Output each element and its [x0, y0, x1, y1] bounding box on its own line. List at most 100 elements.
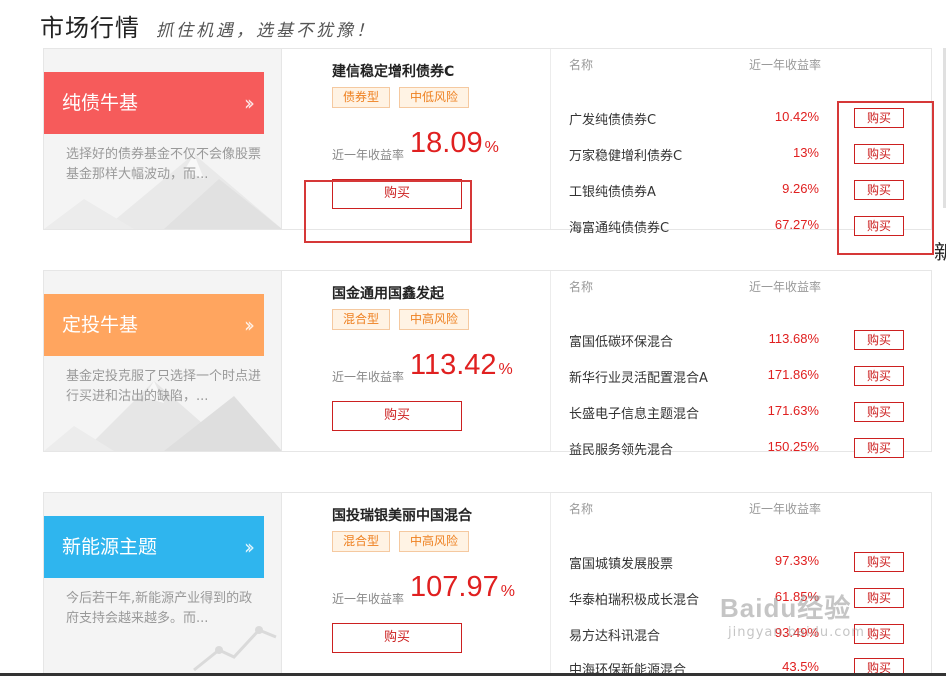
fund-buy-button[interactable]: 购买: [854, 588, 904, 608]
featured-rate: 107.97%: [410, 571, 515, 604]
divider: [550, 49, 551, 229]
section-side-panel: 纯债牛基 ›› 选择好的债券基金不仅不会像股票基金那样大幅波动，而...: [44, 49, 282, 229]
fund-row: 新华行业灵活配置混合A 171.86% 购买: [569, 364, 909, 388]
featured-rate-value: 107.97: [410, 571, 499, 603]
fund-rate: 93.49%: [774, 625, 819, 640]
fund-list: 名称 近一年收益率 富国低碳环保混合 113.68% 购买 新华行业灵活配置混合…: [569, 271, 909, 458]
fund-row: 广发纯债债券C 10.42% 购买: [569, 106, 909, 130]
column-name-header: 名称: [569, 502, 594, 516]
fund-buy-button[interactable]: 购买: [854, 108, 904, 128]
fund-name[interactable]: 易方达科讯混合: [569, 625, 660, 644]
featured-fund-name[interactable]: 国投瑞银美丽中国混合: [332, 505, 472, 525]
category-tag-sip[interactable]: 定投牛基 ››: [44, 294, 264, 356]
category-tag-bond[interactable]: 纯债牛基 ››: [44, 72, 264, 134]
fund-buy-button[interactable]: 购买: [854, 216, 904, 236]
fund-list-header: 名称 近一年收益率: [569, 500, 909, 518]
risk-level-badge: 中高风险: [399, 309, 470, 330]
fund-rate: 67.27%: [774, 217, 819, 232]
fund-badges: 混合型 中高风险: [332, 531, 478, 552]
category-description: 今后若干年,新能源产业得到的政府支持会越来越多。而...: [66, 591, 253, 626]
fund-list-header: 名称 近一年收益率: [569, 278, 909, 296]
percent-unit: %: [500, 583, 515, 600]
risk-level-badge: 中低风险: [399, 87, 470, 108]
category-description: 选择好的债券基金不仅不会像股票基金那样大幅波动，而...: [66, 147, 262, 182]
percent-unit: %: [484, 139, 499, 156]
featured-rate-value: 113.42: [410, 349, 497, 381]
column-rate-header: 近一年收益率: [749, 280, 822, 294]
column-rate-header: 近一年收益率: [749, 58, 822, 72]
section-bond: 纯债牛基 ›› 选择好的债券基金不仅不会像股票基金那样大幅波动，而... 建信稳…: [43, 48, 932, 236]
double-chevron-right-icon: ››: [244, 535, 255, 559]
fund-name[interactable]: 广发纯债债券C: [569, 109, 656, 128]
market-header: 市场行情 抓住机遇，选基不犹豫！: [40, 8, 376, 48]
category-label: 纯债牛基: [62, 92, 139, 114]
page-slogan: 抓住机遇，选基不犹豫！: [156, 21, 376, 41]
fund-row: 华泰柏瑞积极成长混合 61.85% 购买: [569, 586, 909, 610]
column-rate-header: 近一年收益率: [749, 502, 822, 516]
fund-rate: 97.33%: [774, 553, 819, 568]
section-new-energy: 新能源主题 ›› 今后若干年,新能源产业得到的政府支持会越来越多。而... 国投…: [43, 492, 932, 676]
fund-name[interactable]: 富国低碳环保混合: [569, 331, 673, 350]
risk-level-badge: 中高风险: [399, 531, 470, 552]
rate-label: 近一年收益率: [332, 370, 405, 384]
fund-type-badge: 债券型: [332, 87, 391, 108]
percent-unit: %: [498, 361, 513, 378]
fund-name[interactable]: 华泰柏瑞积极成长混合: [569, 589, 699, 608]
double-chevron-right-icon: ››: [244, 313, 255, 337]
fund-name[interactable]: 海富通纯债债券C: [569, 217, 669, 236]
fund-list: 名称 近一年收益率 广发纯债债券C 10.42% 购买 万家稳健增利债券C 13…: [569, 49, 909, 236]
featured-fund: 建信稳定增利债券C 债券型 中低风险 近一年收益率 18.09% 购买: [332, 49, 532, 229]
fund-buy-button[interactable]: 购买: [854, 180, 904, 200]
fund-name[interactable]: 长盛电子信息主题混合: [569, 403, 699, 422]
page-title: 市场行情: [40, 14, 140, 42]
category-tag-new-energy[interactable]: 新能源主题 ››: [44, 516, 264, 578]
fund-name[interactable]: 富国城镇发展股票: [569, 553, 673, 572]
fund-rate: 43.5%: [782, 659, 819, 674]
fund-buy-button[interactable]: 购买: [854, 624, 904, 644]
fund-buy-button[interactable]: 购买: [854, 402, 904, 422]
fund-type-badge: 混合型: [332, 531, 391, 552]
divider: [550, 271, 551, 451]
fund-rate: 9.26%: [782, 181, 819, 196]
featured-rate: 18.09%: [410, 127, 499, 160]
fund-buy-button[interactable]: 购买: [854, 330, 904, 350]
fund-name[interactable]: 益民服务领先混合: [569, 439, 673, 458]
featured-fund-name[interactable]: 国金通用国鑫发起: [332, 283, 444, 303]
fund-rate: 13%: [792, 145, 819, 160]
fund-buy-button[interactable]: 购买: [854, 438, 904, 458]
fund-buy-button[interactable]: 购买: [854, 144, 904, 164]
fund-rate: 150.25%: [767, 439, 819, 454]
fund-rate: 10.42%: [774, 109, 819, 124]
fund-list: 名称 近一年收益率 富国城镇发展股票 97.33% 购买 华泰柏瑞积极成长混合 …: [569, 493, 909, 676]
category-description: 基金定投克服了只选择一个时点进行买进和沽出的缺陷，...: [66, 369, 262, 404]
fund-name[interactable]: 新华行业灵活配置混合A: [569, 367, 708, 386]
fund-buy-button[interactable]: 购买: [854, 366, 904, 386]
featured-fund-name[interactable]: 建信稳定增利债券C: [332, 61, 454, 81]
fund-badges: 债券型 中低风险: [332, 87, 478, 108]
fund-name[interactable]: 万家稳健增利债券C: [569, 145, 682, 164]
fund-type-badge: 混合型: [332, 309, 391, 330]
category-label: 定投牛基: [62, 314, 139, 336]
fund-row: 长盛电子信息主题混合 171.63% 购买: [569, 400, 909, 424]
clipped-text: 新: [934, 240, 946, 264]
rate-label: 近一年收益率: [332, 148, 405, 162]
section-side-panel: 定投牛基 ›› 基金定投克服了只选择一个时点进行买进和沽出的缺陷，...: [44, 271, 282, 451]
fund-name[interactable]: 工银纯债债券A: [569, 181, 656, 200]
featured-buy-button[interactable]: 购买: [332, 401, 462, 431]
column-name-header: 名称: [569, 280, 594, 294]
fund-badges: 混合型 中高风险: [332, 309, 478, 330]
fund-rate: 113.68%: [768, 331, 819, 346]
rate-label: 近一年收益率: [332, 592, 405, 606]
featured-fund: 国金通用国鑫发起 混合型 中高风险 近一年收益率 113.42% 购买: [332, 271, 532, 451]
section-sip: 定投牛基 ›› 基金定投克服了只选择一个时点进行买进和沽出的缺陷，... 国金通…: [43, 270, 932, 458]
fund-rate: 171.86%: [767, 367, 819, 382]
featured-buy-button[interactable]: 购买: [332, 179, 462, 209]
fund-row: 海富通纯债债券C 67.27% 购买: [569, 214, 909, 238]
fund-row: 工银纯债债券A 9.26% 购买: [569, 178, 909, 202]
fund-row: 益民服务领先混合 150.25% 购买: [569, 436, 909, 460]
fund-list-header: 名称 近一年收益率: [569, 56, 909, 74]
fund-buy-button[interactable]: 购买: [854, 552, 904, 572]
category-label: 新能源主题: [62, 536, 158, 558]
featured-buy-button[interactable]: 购买: [332, 623, 462, 653]
featured-rate: 113.42%: [410, 349, 513, 382]
